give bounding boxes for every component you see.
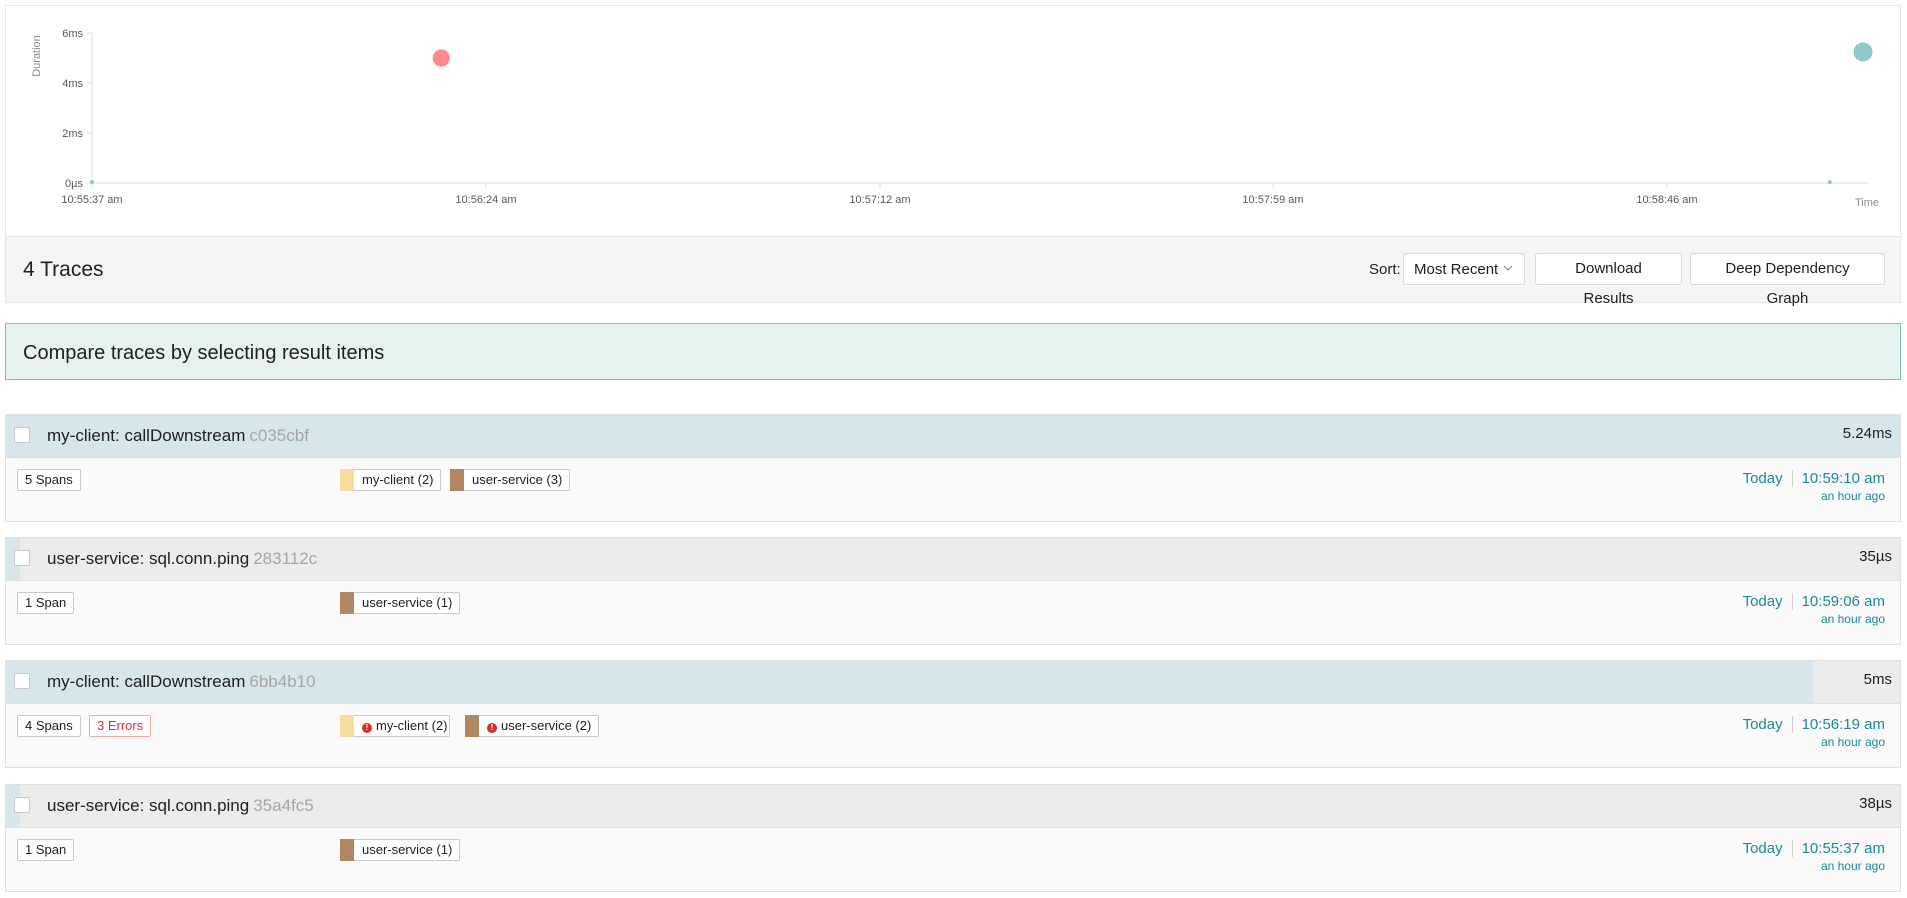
error-icon: ! bbox=[362, 723, 372, 733]
trace-row[interactable]: user-service: sql.conn.ping 35a4fc5 38µs 1 … bbox=[5, 784, 1901, 892]
trace-name: my-client: callDownstream bbox=[47, 426, 246, 445]
results-header: 4 Traces Sort: Most Recent Download Resu… bbox=[5, 237, 1901, 307]
x-tick-label: 10:57:59 am bbox=[1242, 194, 1303, 206]
trace-time: 10:59:10 am bbox=[1801, 470, 1885, 487]
x-tick-label: 10:57:12 am bbox=[849, 194, 910, 206]
service-label: user-service (1) bbox=[362, 842, 453, 857]
trace-row[interactable]: user-service: sql.conn.ping 283112c 35µs 1 … bbox=[5, 537, 1901, 645]
y-tick-label: 0µs bbox=[65, 178, 83, 190]
x-axis-title: Time bbox=[1855, 197, 1879, 209]
service-tag: user-service (1) bbox=[340, 592, 460, 614]
trace-title[interactable]: user-service: sql.conn.ping 35a4fc5 bbox=[47, 796, 314, 816]
y-tick-label: 6ms bbox=[62, 28, 83, 40]
trace-select-checkbox[interactable] bbox=[14, 673, 30, 689]
x-tick-label: 10:56:24 am bbox=[455, 194, 516, 206]
trace-timestamp: Today 10:59:10 am an hour ago bbox=[1742, 470, 1885, 503]
span-count-tag: 4 Spans bbox=[17, 715, 81, 737]
service-color-swatch bbox=[340, 839, 354, 861]
trace-header[interactable]: user-service: sql.conn.ping 283112c 35µs bbox=[6, 538, 1900, 581]
error-count-tag: 3 Errors bbox=[89, 715, 152, 737]
trace-relative-time: an hour ago bbox=[1820, 735, 1885, 749]
trace-id: 283112c bbox=[253, 549, 318, 568]
trace-select-checkbox[interactable] bbox=[14, 797, 30, 813]
trace-timestamp: Today 10:56:19 am an hour ago bbox=[1742, 716, 1885, 749]
sort-select-value: Most Recent bbox=[1414, 261, 1499, 278]
service-color-swatch bbox=[340, 469, 354, 491]
trace-time: 10:56:19 am bbox=[1801, 716, 1885, 733]
error-icon: ! bbox=[487, 723, 497, 733]
service-color-swatch bbox=[450, 469, 464, 491]
trace-duration: 35µs bbox=[1859, 548, 1892, 565]
trace-count: 4 Traces bbox=[23, 258, 104, 281]
download-results-button[interactable]: Download Results bbox=[1535, 253, 1682, 307]
deep-dependency-graph-button[interactable]: Deep Dependency Graph bbox=[1690, 253, 1885, 307]
service-tag: user-service (3) bbox=[450, 469, 570, 491]
y-tick-label: 2ms bbox=[62, 128, 83, 140]
service-tag: user-service (1) bbox=[340, 839, 460, 861]
service-label: user-service (1) bbox=[362, 595, 453, 610]
service-color-swatch bbox=[465, 715, 479, 737]
service-tag: ! my-client (2) bbox=[340, 715, 450, 737]
trace-day[interactable]: Today bbox=[1742, 716, 1793, 733]
x-tick-label: 10:58:46 am bbox=[1636, 194, 1697, 206]
trace-row[interactable]: my-client: callDownstream c035cbf 5.24ms 5 … bbox=[5, 414, 1901, 522]
trace-point[interactable] bbox=[432, 49, 450, 67]
trace-header[interactable]: my-client: callDownstream 6bb4b10 5ms bbox=[6, 661, 1900, 704]
trace-select-checkbox[interactable] bbox=[14, 550, 30, 566]
trace-select-checkbox[interactable] bbox=[14, 427, 30, 443]
trace-row[interactable]: my-client: callDownstream 6bb4b10 5ms 4 Spa… bbox=[5, 660, 1901, 768]
trace-point[interactable] bbox=[90, 180, 94, 185]
scatter-plot-svg: Duration Time 6ms 4ms 2ms 0µs 10:55:37 am 10… bbox=[31, 28, 1879, 209]
service-tag: ! user-service (2) bbox=[465, 715, 599, 737]
trace-time: 10:59:06 am bbox=[1801, 593, 1885, 610]
trace-id: 6bb4b10 bbox=[249, 672, 316, 691]
service-label: my-client (2) bbox=[362, 472, 434, 487]
trace-title[interactable]: my-client: callDownstream c035cbf bbox=[47, 426, 309, 446]
span-count-tag: 1 Span bbox=[17, 839, 75, 861]
trace-scatter-plot: Duration Time 6ms 4ms 2ms 0µs 10:55:37 am 10… bbox=[5, 5, 1901, 237]
compare-banner-text: Compare traces by selecting result items bbox=[23, 342, 385, 364]
service-label: my-client (2) bbox=[376, 718, 448, 733]
trace-duration: 5ms bbox=[1863, 671, 1892, 688]
trace-day[interactable]: Today bbox=[1742, 840, 1793, 857]
sort-select[interactable]: Most Recent bbox=[1403, 253, 1525, 285]
y-tick-label: 4ms bbox=[62, 78, 83, 90]
trace-name: user-service: sql.conn.ping bbox=[47, 549, 250, 568]
span-count-tag: 1 Span bbox=[17, 592, 75, 614]
trace-timestamp: Today 10:55:37 am an hour ago bbox=[1742, 840, 1885, 873]
service-label: user-service (3) bbox=[472, 472, 563, 487]
chevron-down-icon bbox=[1503, 265, 1513, 271]
trace-point[interactable] bbox=[1853, 42, 1873, 62]
trace-title[interactable]: user-service: sql.conn.ping 283112c bbox=[47, 549, 317, 569]
trace-header[interactable]: my-client: callDownstream c035cbf 5.24ms bbox=[6, 415, 1900, 458]
trace-title[interactable]: my-client: callDownstream 6bb4b10 bbox=[47, 672, 316, 692]
service-tag: my-client (2) bbox=[340, 469, 441, 491]
trace-day[interactable]: Today bbox=[1742, 593, 1793, 610]
trace-duration: 38µs bbox=[1859, 795, 1892, 812]
x-tick-label: 10:55:37 am bbox=[61, 194, 122, 206]
trace-relative-time: an hour ago bbox=[1820, 489, 1885, 503]
service-color-swatch bbox=[340, 592, 354, 614]
y-axis-title: Duration bbox=[31, 35, 43, 77]
sort-label: Sort: bbox=[1369, 261, 1401, 278]
compare-banner: Compare traces by selecting result items bbox=[5, 323, 1901, 380]
trace-relative-time: an hour ago bbox=[1820, 859, 1885, 873]
service-color-swatch bbox=[340, 715, 354, 737]
trace-id: c035cbf bbox=[249, 426, 309, 445]
trace-name: user-service: sql.conn.ping bbox=[47, 796, 250, 815]
span-count-tag: 5 Spans bbox=[17, 469, 81, 491]
trace-timestamp: Today 10:59:06 am an hour ago bbox=[1742, 593, 1885, 626]
trace-name: my-client: callDownstream bbox=[47, 672, 246, 691]
trace-header[interactable]: user-service: sql.conn.ping 35a4fc5 38µs bbox=[6, 785, 1900, 828]
trace-time: 10:55:37 am bbox=[1801, 840, 1885, 857]
trace-relative-time: an hour ago bbox=[1820, 612, 1885, 626]
trace-point[interactable] bbox=[1827, 180, 1832, 185]
trace-duration: 5.24ms bbox=[1842, 425, 1892, 442]
trace-day[interactable]: Today bbox=[1742, 470, 1793, 487]
trace-id: 35a4fc5 bbox=[253, 796, 314, 815]
service-label: user-service (2) bbox=[501, 718, 592, 733]
